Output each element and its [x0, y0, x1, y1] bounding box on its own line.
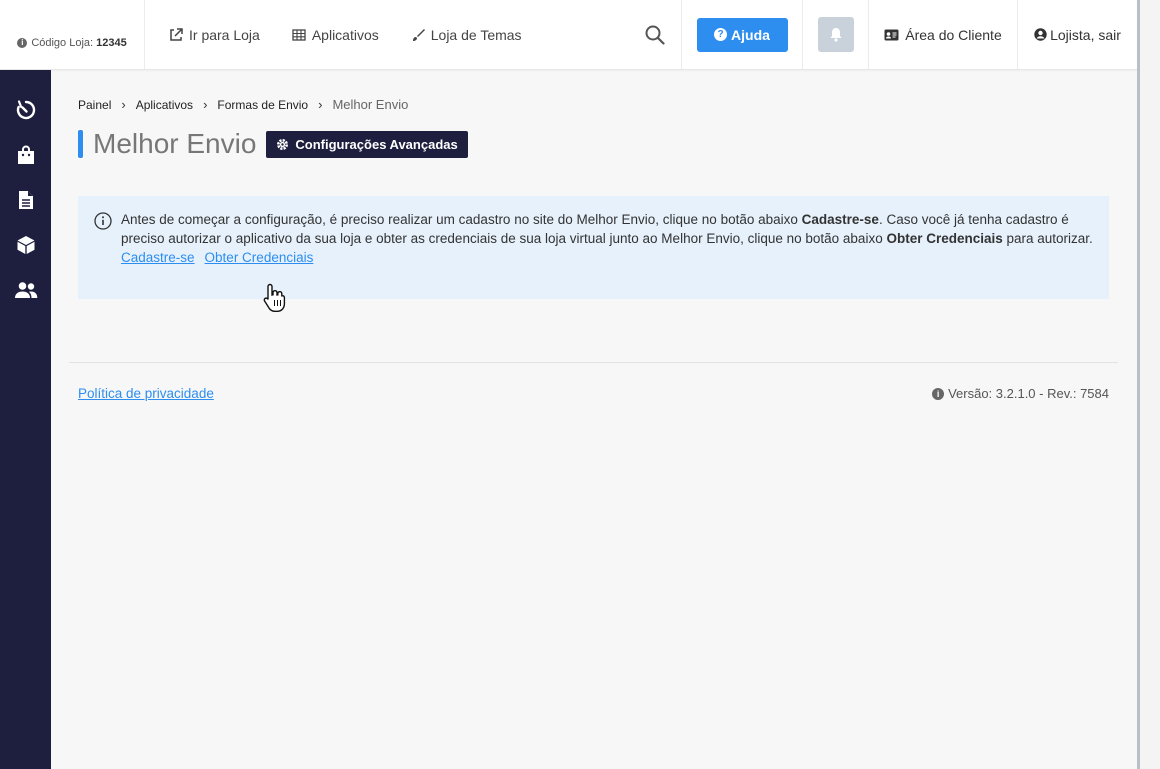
sidebar-item-dashboard[interactable] — [0, 95, 51, 125]
help-button[interactable]: ? Ajuda — [696, 17, 788, 52]
help-cell: ? Ajuda — [682, 0, 803, 69]
breadcrumb-item-painel[interactable]: Painel — [78, 98, 111, 112]
info-icon: i — [17, 37, 28, 48]
search-button[interactable] — [628, 0, 682, 69]
dashboard-icon — [16, 100, 35, 120]
sidebar-item-customers[interactable] — [0, 275, 51, 305]
logout-link[interactable]: Lojista, sair — [1018, 0, 1137, 69]
breadcrumb-current: Melhor Envio — [332, 97, 409, 112]
breadcrumb-item-formas-de-envio[interactable]: Formas de Envio — [217, 98, 308, 112]
alert-text-1: Antes de começar a configuração, é preci… — [121, 212, 802, 227]
notifications-button[interactable] — [817, 17, 854, 52]
version-info: i Versão: 3.2.1.0 - Rev.: 7584 — [932, 386, 1109, 401]
hand-pointer-cursor — [263, 283, 286, 312]
nav-apps-label: Aplicativos — [311, 26, 379, 43]
divider — [69, 362, 1118, 363]
document-icon — [18, 191, 33, 209]
users-icon — [14, 282, 37, 298]
version-label: Versão: 3.2.1.0 - Rev.: 7584 — [948, 386, 1109, 401]
brush-icon — [412, 28, 425, 41]
alert-bold-signup: Cadastre-se — [801, 212, 879, 227]
signup-link[interactable]: Cadastre-se — [121, 248, 195, 267]
client-area-label: Área do Cliente — [905, 26, 1002, 43]
chevron-right-icon: › — [121, 97, 126, 112]
box-icon — [17, 236, 34, 254]
nav-apps[interactable]: Aplicativos — [292, 27, 379, 43]
sidebar-item-products[interactable] — [0, 230, 51, 260]
bell-icon — [830, 28, 841, 42]
sidebar-item-pages[interactable] — [0, 185, 51, 215]
info-alert: Antes de começar a configuração, é preci… — [78, 196, 1109, 299]
breadcrumb: Painel › Aplicativos › Formas de Envio ›… — [78, 97, 408, 112]
nav-go-to-store[interactable]: Ir para Loja — [169, 27, 260, 43]
grid-icon — [292, 28, 306, 41]
logout-label: Lojista, sair — [1050, 26, 1121, 43]
gear-icon — [277, 138, 289, 150]
title-accent-bar — [78, 130, 83, 158]
title-row: Melhor Envio Configurações Avançadas — [78, 128, 468, 160]
main-content: Painel › Aplicativos › Formas de Envio ›… — [51, 70, 1137, 769]
question-icon: ? — [714, 28, 728, 41]
alert-bold-credentials: Obter Credenciais — [886, 231, 1003, 246]
nav-theme-store[interactable]: Loja de Temas — [411, 27, 522, 43]
info-circle-icon — [94, 212, 112, 230]
id-card-icon — [884, 29, 899, 40]
client-area-link[interactable]: Área do Cliente — [869, 0, 1018, 69]
nav-theme-store-label: Loja de Temas — [430, 26, 522, 43]
advanced-settings-button[interactable]: Configurações Avançadas — [266, 130, 468, 158]
external-link-icon — [170, 27, 183, 41]
get-credentials-link[interactable]: Obter Credenciais — [205, 248, 314, 267]
store-code-value: 12345 — [96, 36, 127, 49]
store-code: i Código Loja: 12345 — [0, 0, 145, 69]
notifications-cell — [803, 0, 869, 69]
page-title: Melhor Envio — [93, 128, 257, 159]
help-button-label: Ajuda — [731, 26, 770, 43]
sidebar-item-orders[interactable] — [0, 140, 51, 170]
top-nav: Ir para Loja Aplicativos Loja de Temas — [145, 0, 628, 69]
alert-links: Cadastre-se Obter Credenciais — [121, 248, 1093, 267]
store-code-label: Código Loja: — [31, 36, 94, 49]
breadcrumb-item-aplicativos[interactable]: Aplicativos — [136, 98, 193, 112]
info-icon: i — [932, 387, 945, 400]
alert-text-3: para autorizar. — [1002, 231, 1093, 246]
chevron-right-icon: › — [318, 97, 323, 112]
search-icon — [645, 25, 665, 45]
nav-go-to-store-label: Ir para Loja — [189, 26, 260, 43]
chevron-right-icon: › — [203, 97, 208, 112]
shopping-bag-icon — [17, 145, 34, 164]
user-circle-icon — [1034, 28, 1047, 41]
advanced-settings-label: Configurações Avançadas — [295, 136, 458, 152]
window-edge — [1137, 0, 1160, 769]
sidebar — [0, 70, 51, 769]
alert-message: Antes de começar a configuração, é preci… — [121, 210, 1093, 248]
privacy-policy-link[interactable]: Política de privacidade — [78, 386, 214, 401]
top-bar: i Código Loja: 12345 Ir para Loja Aplica… — [0, 0, 1137, 70]
